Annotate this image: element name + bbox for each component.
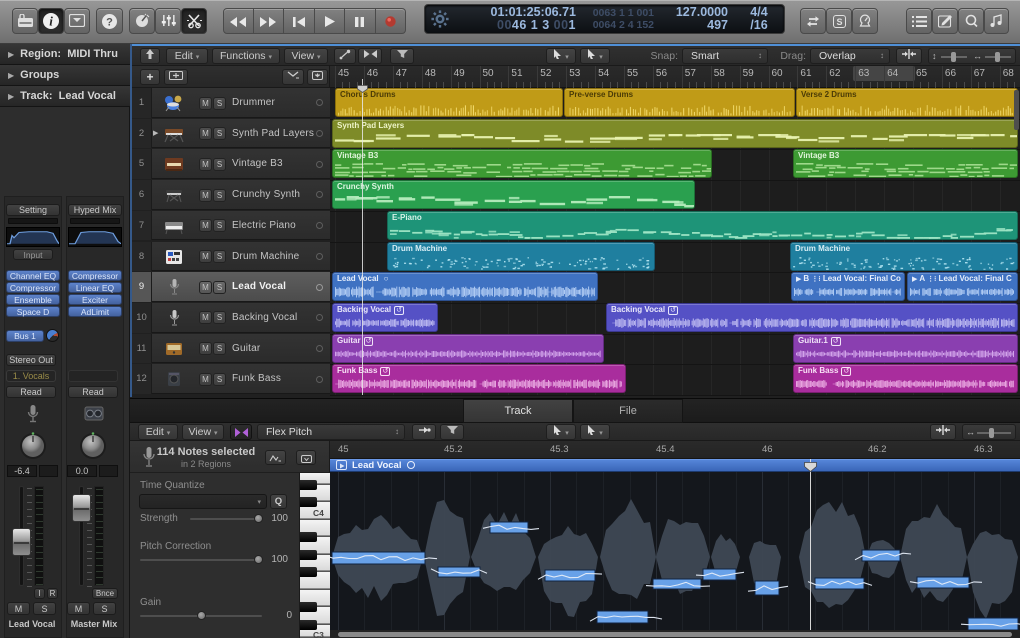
- svg-text:S: S: [836, 17, 842, 27]
- svg-text:i: i: [49, 14, 53, 29]
- svg-text:?: ?: [106, 17, 113, 29]
